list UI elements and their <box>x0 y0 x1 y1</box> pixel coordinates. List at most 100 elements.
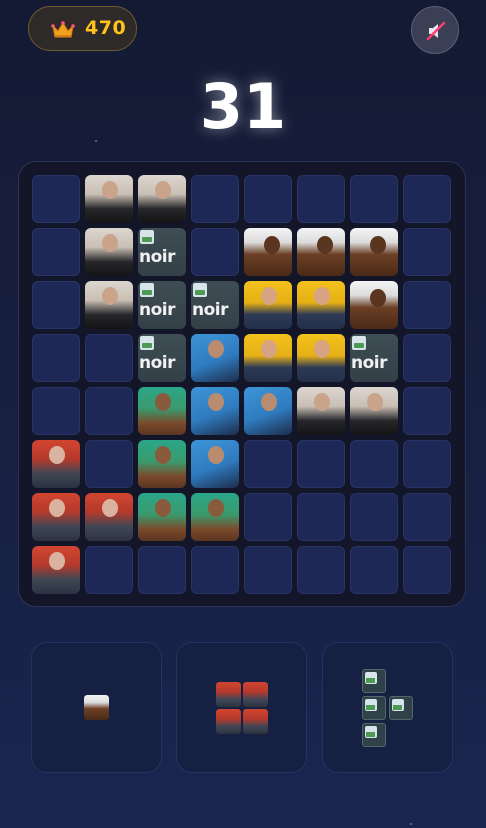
broken-image-icon[interactable] <box>362 669 386 693</box>
board-cell[interactable] <box>350 440 398 488</box>
board-cell[interactable] <box>297 175 345 223</box>
tile-gold <box>297 281 345 329</box>
tile-gold <box>244 334 292 382</box>
board-cell[interactable] <box>85 334 133 382</box>
photo-subject <box>314 287 330 305</box>
board-cell[interactable] <box>403 334 451 382</box>
board-cell[interactable] <box>32 387 80 435</box>
tile-gold <box>244 281 292 329</box>
tile-horse <box>244 228 292 276</box>
tile-blue <box>191 387 239 435</box>
photo-subject <box>314 393 330 411</box>
tile-red <box>32 546 80 594</box>
current-score: 31 <box>199 70 287 143</box>
board-cell[interactable] <box>244 493 292 541</box>
tile-noir: noir <box>191 281 239 329</box>
board-cell[interactable] <box>403 387 451 435</box>
piece-tray-1[interactable] <box>31 642 162 773</box>
tile-green <box>138 387 186 435</box>
mute-button[interactable] <box>411 6 459 54</box>
tile-green <box>138 493 186 541</box>
board-cell[interactable] <box>403 546 451 594</box>
piece-tray-2[interactable] <box>176 642 307 773</box>
photo-subject <box>367 393 383 411</box>
game-board[interactable]: noir noir noir noir noir <box>18 161 466 607</box>
board-cell[interactable] <box>403 440 451 488</box>
board-cell[interactable] <box>403 281 451 329</box>
tile-man <box>85 281 133 329</box>
tile-noir: noir <box>350 334 398 382</box>
photo-subject <box>155 499 171 517</box>
board-cell[interactable] <box>403 228 451 276</box>
board-cell[interactable] <box>32 175 80 223</box>
photo-subject <box>261 287 277 305</box>
broken-image-icon[interactable] <box>389 696 413 720</box>
board-cell[interactable] <box>32 334 80 382</box>
photo-subject <box>102 234 118 252</box>
piece-tray-3[interactable] <box>322 642 453 773</box>
photo-subject <box>102 287 118 305</box>
tile-red <box>32 440 80 488</box>
board-cell[interactable] <box>138 546 186 594</box>
piece-tile-red[interactable] <box>216 682 241 707</box>
board-cell[interactable] <box>244 175 292 223</box>
tile-blue <box>244 387 292 435</box>
board-cell[interactable] <box>244 546 292 594</box>
board-cell[interactable] <box>350 546 398 594</box>
board-cell[interactable] <box>191 228 239 276</box>
photo-subject <box>370 289 386 307</box>
board-cell[interactable] <box>32 281 80 329</box>
board-cell[interactable] <box>350 175 398 223</box>
piece-tile-red[interactable] <box>243 709 268 734</box>
photo-subject <box>155 393 171 411</box>
board-cell[interactable] <box>85 546 133 594</box>
tile-horse <box>350 228 398 276</box>
photo-subject <box>314 340 330 358</box>
tile-red <box>85 493 133 541</box>
tile-man <box>350 387 398 435</box>
broken-image-icon[interactable] <box>362 696 386 720</box>
photo-subject <box>102 499 118 517</box>
background-star <box>410 823 412 825</box>
photo-subject <box>49 499 65 517</box>
piece-tile-horse[interactable] <box>84 695 109 720</box>
piece-tile-red[interactable] <box>216 709 241 734</box>
tile-gold <box>297 334 345 382</box>
photo-subject <box>208 340 224 358</box>
photo-subject <box>261 393 277 411</box>
photo-subject <box>208 499 224 517</box>
tile-man <box>85 175 133 223</box>
board-cell[interactable] <box>191 546 239 594</box>
board-cell[interactable] <box>297 546 345 594</box>
broken-image-icon[interactable] <box>362 723 386 747</box>
tile-green <box>191 493 239 541</box>
photo-subject <box>49 446 65 464</box>
board-cell[interactable] <box>32 228 80 276</box>
photo-subject <box>102 181 118 199</box>
tile-man <box>297 387 345 435</box>
broken-image-icon <box>140 230 154 244</box>
tile-red <box>32 493 80 541</box>
tile-noir: noir <box>138 334 186 382</box>
board-cell[interactable] <box>403 493 451 541</box>
board-cell[interactable] <box>191 175 239 223</box>
photo-subject <box>49 552 65 570</box>
board-cell[interactable] <box>244 440 292 488</box>
board-cell[interactable] <box>297 493 345 541</box>
tile-alt-text: noir <box>139 353 176 373</box>
speaker-muted-icon <box>426 21 446 41</box>
tile-man <box>85 228 133 276</box>
board-cell[interactable] <box>85 387 133 435</box>
board-cell[interactable] <box>85 440 133 488</box>
board-cell[interactable] <box>403 175 451 223</box>
piece-tile-red[interactable] <box>243 682 268 707</box>
photo-subject <box>155 446 171 464</box>
board-cell[interactable] <box>350 493 398 541</box>
tile-alt-text: noir <box>192 300 229 320</box>
broken-image-icon <box>140 283 154 297</box>
tile-noir: noir <box>138 228 186 276</box>
photo-subject <box>261 340 277 358</box>
tile-alt-text: noir <box>139 300 176 320</box>
board-cell[interactable] <box>297 440 345 488</box>
high-score-badge: 470 <box>28 6 137 51</box>
